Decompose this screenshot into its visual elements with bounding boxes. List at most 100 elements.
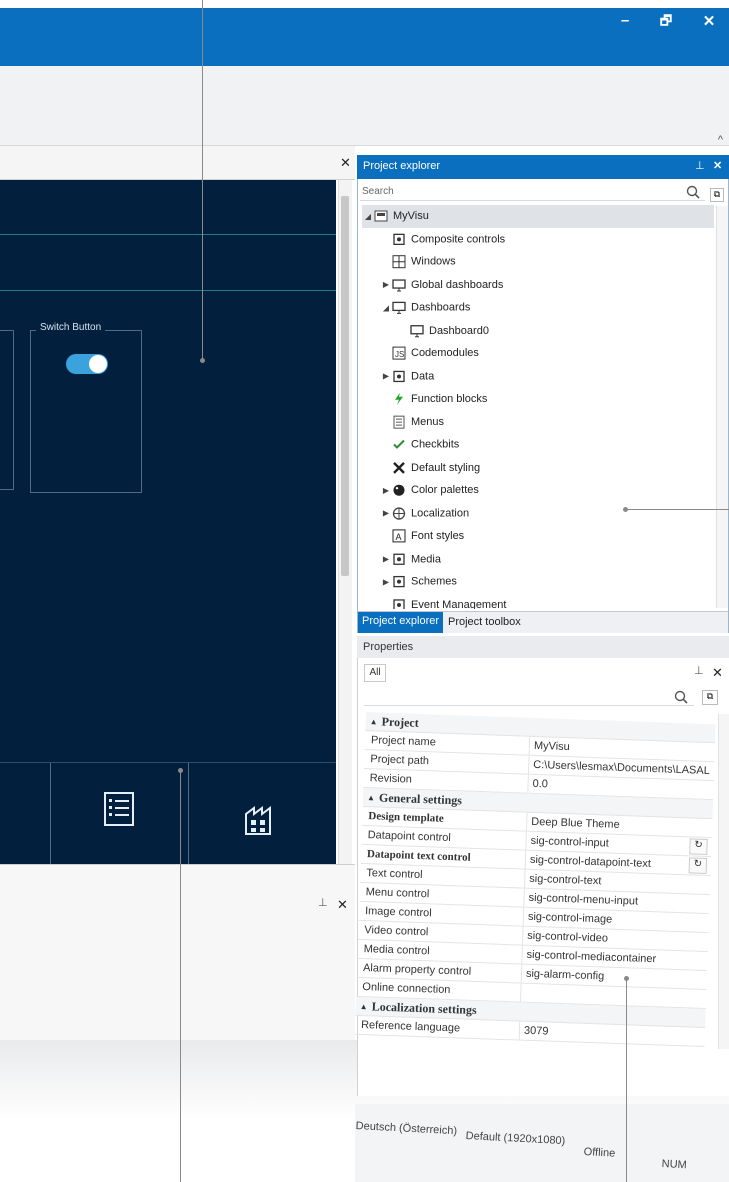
tree-item[interactable]: ◢ MyVisu xyxy=(362,205,714,228)
properties-pin-icon[interactable]: ⊥ xyxy=(694,664,704,677)
media-icon xyxy=(392,552,406,566)
tree-item[interactable]: Windows xyxy=(362,251,714,274)
composite-icon xyxy=(392,232,406,246)
property-value-text: sig-control-text xyxy=(529,872,602,888)
windows-icon xyxy=(392,255,406,269)
tree-item-label: Color palettes xyxy=(411,484,479,497)
property-name: Revision xyxy=(369,772,413,786)
output-close-icon[interactable]: ✕ xyxy=(337,897,348,913)
collapsed-arrow-icon[interactable]: ▶ xyxy=(380,555,392,564)
tree-item[interactable]: ▶ Schemes xyxy=(362,571,714,594)
tree-item-label: Default styling xyxy=(411,461,481,474)
collapse-arrow-icon[interactable]: ▲ xyxy=(356,1001,372,1011)
tree-item-label: Event Management xyxy=(411,598,507,609)
annotation-dot xyxy=(200,358,205,363)
tree-item[interactable]: Function blocks xyxy=(362,388,714,411)
svg-text:JS: JS xyxy=(395,350,404,359)
close-window-button[interactable]: ✕ xyxy=(698,12,720,30)
project-explorer-title: Project explorer xyxy=(363,160,441,172)
ribbon-collapse-icon[interactable]: ^ xyxy=(718,134,723,146)
property-category-label: Project xyxy=(381,714,420,730)
property-value-text: C:\Users\lesmax\Documents\LASAL xyxy=(533,758,711,778)
tree-item-label: Schemes xyxy=(411,575,457,588)
tree-item-label: MyVisu xyxy=(393,210,429,223)
properties-options-icon[interactable]: ⧉ xyxy=(702,690,718,705)
tree-item[interactable]: Event Management xyxy=(362,593,714,609)
property-name: Reference language xyxy=(360,1019,461,1035)
output-pin-icon[interactable]: ⊥ xyxy=(318,896,328,909)
property-name: Media control xyxy=(363,943,430,958)
global-dashboard-icon xyxy=(392,278,406,292)
search-icon[interactable] xyxy=(686,185,700,199)
tree-item[interactable]: Checkbits xyxy=(362,434,714,457)
collapsed-arrow-icon[interactable]: ▶ xyxy=(380,509,392,518)
property-name: Datapoint text control xyxy=(366,848,471,864)
property-name: Menu control xyxy=(365,886,430,901)
reset-icon[interactable]: ↻ xyxy=(689,838,708,855)
property-name: Project name xyxy=(370,734,437,749)
property-value-text: Deep Blue Theme xyxy=(531,815,620,831)
explorer-options-icon[interactable]: ⧉ xyxy=(710,188,724,202)
properties-filter-dropdown[interactable]: All xyxy=(364,664,386,682)
dashboard-canvas[interactable]: Switch Button xyxy=(0,180,336,864)
svg-text:A: A xyxy=(396,532,402,542)
tree-item-label: Data xyxy=(411,370,435,383)
footer-separator xyxy=(188,763,189,864)
property-value-text: MyVisu xyxy=(533,739,570,754)
designer-tab-strip xyxy=(0,146,355,180)
canvas-header-line xyxy=(0,290,336,291)
panel-close-icon[interactable]: ✕ xyxy=(713,159,722,172)
collapsed-arrow-icon[interactable]: ▶ xyxy=(380,486,392,495)
switch-toggle[interactable] xyxy=(66,354,108,374)
restore-button[interactable]: 🗗 xyxy=(655,12,677,34)
canvas-scroll-thumb[interactable] xyxy=(341,196,349,576)
footer-separator xyxy=(50,763,51,864)
factory-icon[interactable] xyxy=(244,800,276,836)
properties-close-icon[interactable]: ✕ xyxy=(712,665,723,681)
expanded-arrow-icon[interactable]: ◢ xyxy=(362,212,374,221)
reset-icon[interactable]: ↻ xyxy=(688,857,708,874)
ribbon xyxy=(0,66,729,146)
visu-icon xyxy=(374,209,388,223)
expanded-arrow-icon[interactable]: ◢ xyxy=(380,303,392,312)
list-icon[interactable] xyxy=(104,792,134,826)
properties-search-input[interactable] xyxy=(364,688,694,706)
control-frame[interactable] xyxy=(0,330,14,490)
tree-item[interactable]: A Font styles xyxy=(362,525,714,548)
project-explorer-titlebar: Project explorer ⊥ ✕ xyxy=(357,155,729,179)
tab-project-toolbox[interactable]: Project toolbox xyxy=(444,613,525,634)
collapsed-arrow-icon[interactable]: ▶ xyxy=(380,577,392,586)
tree-item[interactable]: ▶ Localization xyxy=(362,502,714,525)
tree-item[interactable]: JS Codemodules xyxy=(362,342,714,365)
tree-item-label: Font styles xyxy=(411,530,465,543)
properties-scrollbar[interactable] xyxy=(718,714,729,1049)
pin-icon[interactable]: ⊥ xyxy=(695,159,705,172)
tree-item[interactable]: ▶ Global dashboards xyxy=(362,274,714,297)
collapse-arrow-icon[interactable]: ▲ xyxy=(366,716,382,726)
tree-item[interactable]: ▶ Color palettes xyxy=(362,479,714,502)
tree-item-label: Global dashboards xyxy=(411,278,504,291)
property-value-text: sig-control-image xyxy=(527,910,613,926)
globe-icon xyxy=(392,506,406,520)
designer-close-icon[interactable]: ✕ xyxy=(340,155,351,171)
tools-icon xyxy=(392,461,406,475)
tree-item[interactable]: Composite controls xyxy=(362,228,714,251)
dashboard-icon xyxy=(392,301,406,315)
collapse-arrow-icon[interactable]: ▲ xyxy=(363,792,379,802)
search-input[interactable]: Search xyxy=(360,183,705,201)
minimize-button[interactable]: – xyxy=(614,12,636,29)
property-value-text: sig-control-mediacontainer xyxy=(526,948,657,966)
tree-scrollbar[interactable] xyxy=(716,206,728,608)
property-name: Video control xyxy=(364,924,429,939)
tree-item[interactable]: ▶ Data xyxy=(362,365,714,388)
tree-item[interactable]: Dashboard0 xyxy=(362,319,714,342)
tree-item[interactable]: Default styling xyxy=(362,456,714,479)
tree-item[interactable]: ▶ Media xyxy=(362,548,714,571)
search-icon[interactable] xyxy=(674,690,688,704)
collapsed-arrow-icon[interactable]: ▶ xyxy=(380,372,392,381)
collapsed-arrow-icon[interactable]: ▶ xyxy=(380,280,392,289)
tree-item[interactable]: ◢ Dashboards xyxy=(362,296,714,319)
tab-project-explorer[interactable]: Project explorer xyxy=(358,612,444,633)
tree-item[interactable]: Menus xyxy=(362,411,714,434)
property-value-text: 0.0 xyxy=(532,777,549,791)
